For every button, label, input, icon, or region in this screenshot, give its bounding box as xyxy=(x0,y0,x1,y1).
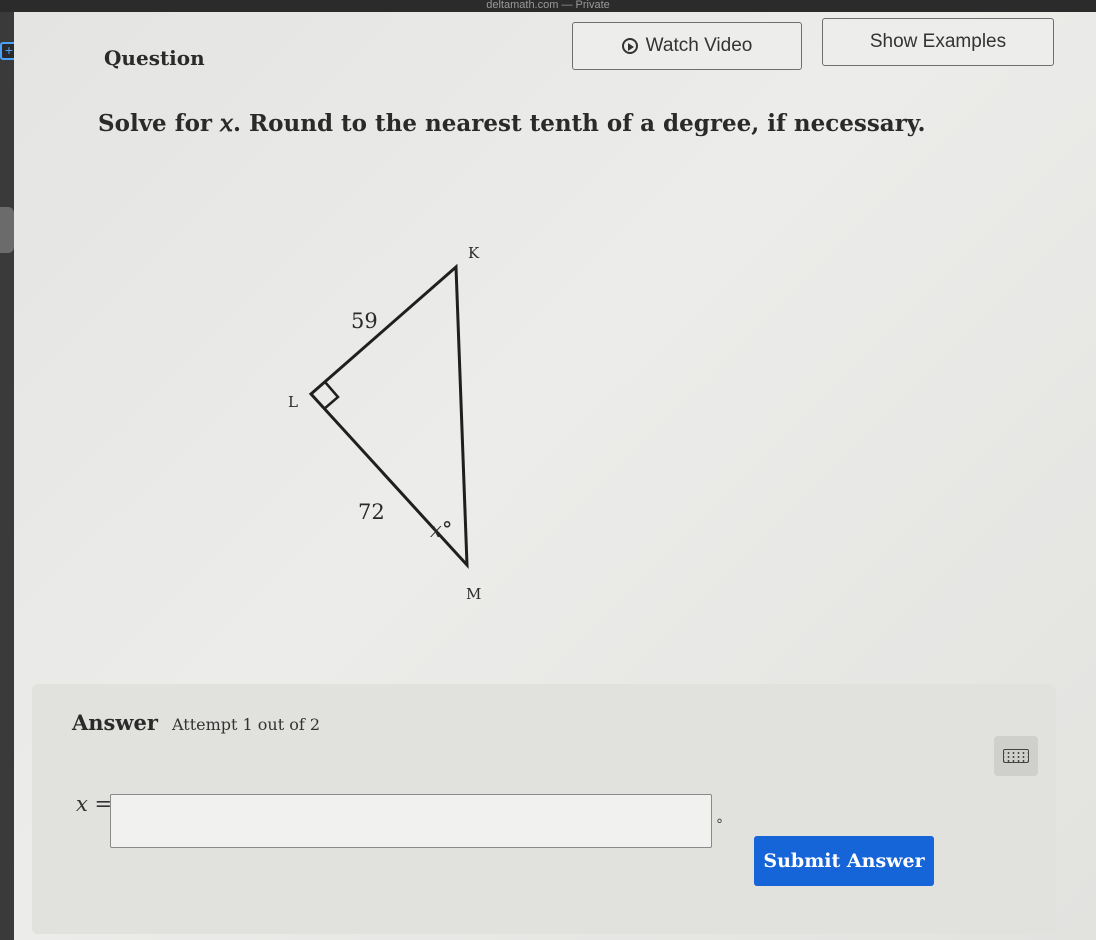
submit-answer-label: Submit Answer xyxy=(763,850,925,872)
right-angle-marker xyxy=(323,381,340,410)
browser-title-bar: deltamath.com — Private xyxy=(0,0,1096,12)
left-rail: + xyxy=(0,12,18,940)
show-examples-button[interactable]: Show Examples xyxy=(822,18,1054,66)
answer-input[interactable] xyxy=(110,794,712,848)
vertex-m-label: M xyxy=(466,585,481,603)
problem-prompt: Solve for 𝑥. Round to the nearest tenth … xyxy=(98,110,926,137)
degree-unit: ° xyxy=(716,817,723,833)
show-examples-label: Show Examples xyxy=(869,31,1007,52)
vertex-k-label: K xyxy=(468,244,480,262)
keyboard-toggle-button[interactable] xyxy=(994,736,1038,776)
question-heading: Question xyxy=(104,46,205,70)
browser-title: deltamath.com — Private xyxy=(486,0,610,11)
attempt-counter: Attempt 1 out of 2 xyxy=(172,715,321,734)
answer-panel: Answer Attempt 1 out of 2 x = ° Submit A… xyxy=(32,684,1056,934)
angle-m-label: x° xyxy=(430,518,452,542)
question-page: Question Watch Video Show Examples Solve… xyxy=(14,12,1096,940)
play-circle-icon xyxy=(621,38,638,54)
vertex-l-label: L xyxy=(288,393,298,411)
submit-answer-button[interactable]: Submit Answer xyxy=(754,836,934,886)
watch-video-label: Watch Video xyxy=(645,35,753,56)
keyboard-icon xyxy=(1003,749,1029,763)
variable-label: x = xyxy=(76,792,113,816)
rail-tab-handle[interactable] xyxy=(0,207,14,253)
answer-heading: Answer xyxy=(72,710,158,735)
side-lm-label: 72 xyxy=(358,500,385,524)
side-lk-label: 59 xyxy=(351,309,378,333)
watch-video-button[interactable]: Watch Video xyxy=(572,22,802,70)
triangle-diagram: K L M 59 72 x° xyxy=(288,244,481,603)
